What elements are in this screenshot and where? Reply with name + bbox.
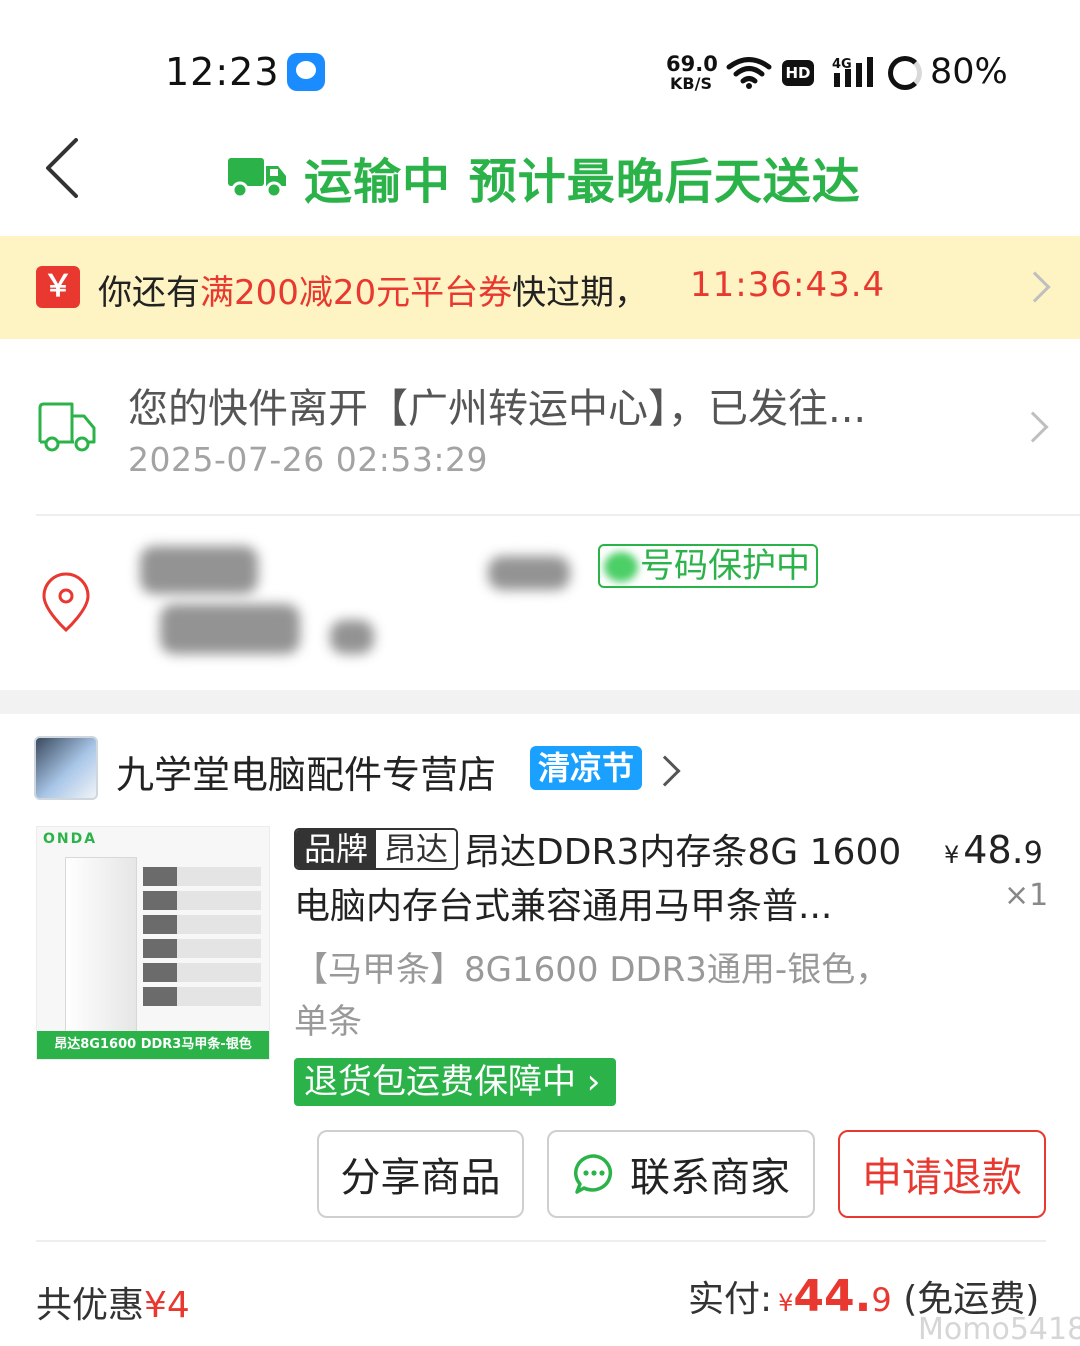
address-line-redacted — [330, 620, 374, 654]
delivery-address[interactable]: 号码保护中 — [0, 516, 1080, 690]
coupon-highlight: 满200减20元平台券 — [200, 273, 513, 313]
battery-percentage: 80% — [930, 52, 1008, 92]
shop-name: 九学堂电脑配件专营店 — [116, 753, 497, 797]
price-currency: ¥ — [944, 841, 960, 869]
chevron-right-icon — [1017, 411, 1049, 443]
delivery-truck-icon — [228, 158, 286, 199]
product-quantity: ×1 — [1004, 878, 1049, 913]
product-image-brand: ONDA — [43, 831, 98, 847]
product-title[interactable]: 品牌 昂达 昂达DDR3内存条8G 1600电脑内存台式兼容通用马甲条普... — [294, 826, 914, 934]
product-image[interactable]: ONDA 昂达8G1600 DDR3马甲条-银色 — [36, 826, 270, 1060]
section-gap — [0, 690, 1080, 714]
paid-currency: ¥ — [778, 1289, 794, 1317]
paid-label: 实付: — [688, 1279, 773, 1320]
back-button[interactable] — [42, 138, 102, 198]
chevron-right-icon — [649, 755, 681, 787]
contact-seller-label: 联系商家 — [630, 1155, 790, 1201]
shop-promo-tag: 清凉节 — [530, 746, 643, 790]
watermark: Momo5418 — [918, 1312, 1080, 1346]
product-price: ¥48.9 — [944, 828, 1043, 872]
network-speed: 69.0 KB/S — [666, 52, 718, 93]
network-speed-value: 69.0 — [666, 52, 718, 76]
recipient-phone-redacted — [488, 556, 570, 590]
phone-protection-badge: 号码保护中 — [598, 544, 818, 588]
share-product-button[interactable]: 分享商品 — [317, 1130, 524, 1218]
signal-icon: 4G — [832, 55, 880, 93]
shipping-status-title: 运输中 预计最晚后天送达 — [226, 142, 861, 212]
price-integer: 48. — [963, 828, 1024, 872]
address-line-redacted — [160, 604, 300, 654]
memory-module-illustration — [65, 857, 137, 1033]
discount-value: ¥4 — [144, 1285, 190, 1326]
logistics-message: 您的快件离开【广州转运中心】，已发往... — [128, 386, 867, 432]
product-sku: 【马甲条】8G1600 DDR3通用-银色，单条 — [294, 950, 890, 1042]
coupon-message: 你还有满200减20元平台券快过期， — [98, 265, 648, 314]
status-time: 12:23 — [165, 50, 280, 94]
shop-logo — [34, 736, 98, 800]
coupon-expiry-banner[interactable]: ￥ 你还有满200减20元平台券快过期， 11:36:43.4 — [0, 236, 1080, 339]
app-notification-icon — [287, 53, 325, 91]
divider — [36, 1240, 1046, 1242]
request-refund-button[interactable]: 申请退款 — [838, 1130, 1046, 1218]
battery-icon — [888, 56, 922, 90]
logistics-update[interactable]: 您的快件离开【广州转运中心】，已发往... 2025-07-26 02:53:2… — [0, 340, 1080, 515]
network-speed-unit: KB/S — [670, 74, 712, 93]
guarantee-label: 退货包运费保障中 — [304, 1062, 576, 1102]
delivery-truck-outline-icon — [38, 402, 96, 452]
order-header: 运输中 预计最晚后天送达 — [0, 120, 1080, 235]
spec-table-illustration — [143, 867, 261, 1011]
brand-chip-value: 昂达 — [376, 830, 457, 868]
brand-chip-key: 品牌 — [296, 830, 377, 868]
paid-decimal: 9 — [871, 1281, 892, 1319]
coupon-icon: ￥ — [36, 266, 80, 308]
contact-seller-button[interactable]: 联系商家 — [547, 1130, 815, 1218]
wifi-icon — [726, 56, 772, 94]
chat-bubble-icon — [574, 1154, 612, 1194]
recipient-name-redacted — [140, 546, 258, 594]
shop-row[interactable]: 九学堂电脑配件专营店 清凉节 — [0, 714, 1080, 824]
coupon-text-prefix: 你还有 — [98, 273, 200, 313]
status-bar: 12:23 69.0 KB/S HD 4G 80% — [0, 0, 1080, 120]
request-refund-label: 申请退款 — [862, 1155, 1022, 1201]
discount-summary: 共优惠¥4 — [36, 1276, 190, 1328]
coupon-countdown: 11:36:43.4 — [690, 265, 886, 305]
return-shipping-guarantee[interactable]: 退货包运费保障中 › — [294, 1058, 617, 1106]
location-pin-icon — [42, 572, 90, 633]
share-product-label: 分享商品 — [340, 1155, 501, 1201]
chevron-right-icon — [1019, 271, 1051, 303]
logistics-timestamp: 2025-07-26 02:53:29 — [128, 440, 488, 479]
chevron-right-icon: › — [576, 1062, 601, 1102]
paid-integer: 44. — [793, 1271, 872, 1322]
discount-label: 共优惠 — [36, 1285, 145, 1326]
chevron-left-icon — [46, 138, 78, 198]
shipping-status-text: 运输中 预计最晚后天送达 — [304, 154, 861, 210]
hd-icon: HD — [782, 60, 814, 86]
price-decimal: 9 — [1023, 836, 1043, 871]
product-image-caption: 昂达8G1600 DDR3马甲条-银色 — [37, 1031, 269, 1059]
brand-chip: 品牌 昂达 — [294, 828, 459, 870]
coupon-text-suffix: 快过期， — [512, 273, 649, 313]
